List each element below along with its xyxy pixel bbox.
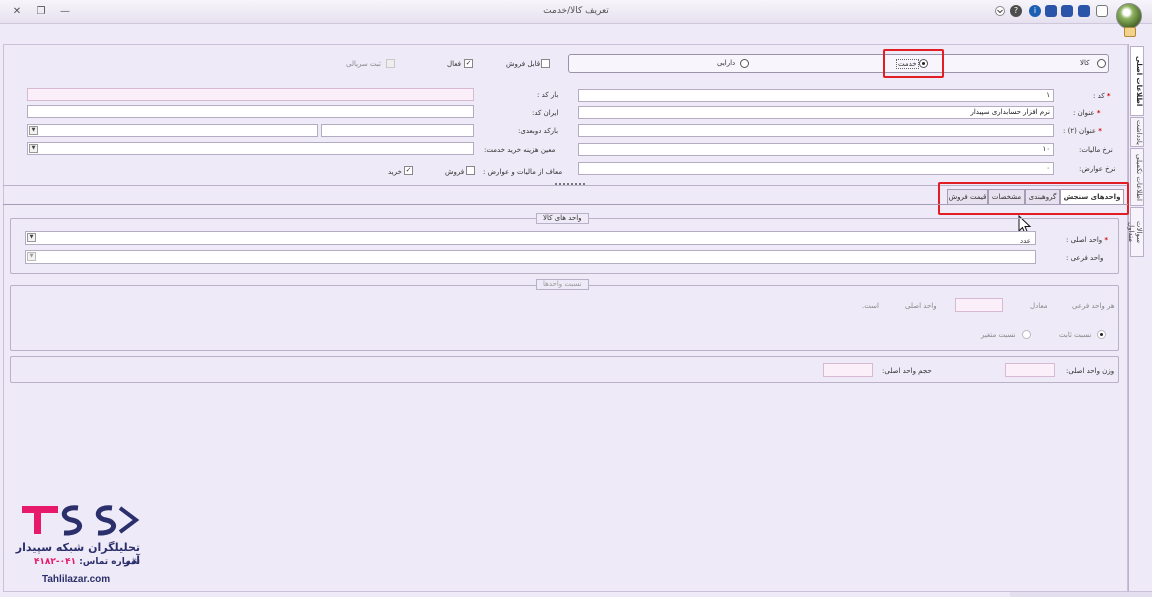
radio-fixed-ratio[interactable] <box>1097 330 1106 339</box>
weight-field[interactable] <box>1005 363 1055 377</box>
main-unit-select[interactable] <box>25 231 1036 245</box>
status-bar <box>1010 591 1152 597</box>
brand-website: Tahlilazar.com <box>42 574 111 585</box>
title-field[interactable]: نرم افزار حسابداری سپیدار <box>578 106 1054 119</box>
measures-group <box>10 356 1119 383</box>
dropdown-arrow-icon[interactable]: ▼ <box>27 233 36 242</box>
new-document-icon[interactable] <box>1096 5 1108 17</box>
sellable-label: قابل فروش <box>506 60 541 68</box>
title2-field[interactable] <box>578 124 1054 137</box>
dropdown-arrow-icon[interactable]: ▼ <box>27 252 36 261</box>
app-logo-icon[interactable] <box>1116 3 1142 29</box>
barcode-field[interactable] <box>27 88 474 101</box>
fixed-ratio-label: نسبت ثابت <box>1059 331 1092 339</box>
volume-field[interactable] <box>823 363 873 377</box>
brand-watermark: تحلیلگران شبکه سپیدار آذر شماره تماس: ۰۴… <box>8 500 148 590</box>
radio-asset[interactable] <box>740 59 749 68</box>
serial-checkbox[interactable] <box>386 59 395 68</box>
dropdown-arrow-icon[interactable] <box>994 6 1006 16</box>
barcode-label: بار کد : <box>537 91 559 99</box>
cost-center-label: معین هزینه خرید خدمت: <box>484 146 556 154</box>
brand-phone-label: شماره تماس: <box>79 557 140 567</box>
brand-logo <box>20 500 140 538</box>
side-tab-extra-info[interactable]: اطلاعات تکمیلی <box>1130 148 1144 206</box>
exempt-purchase-label: خرید <box>388 168 402 176</box>
window-title: تعریف کالا/خدمت <box>543 6 609 16</box>
radio-goods[interactable] <box>1097 59 1106 68</box>
tab-divider <box>3 204 1128 205</box>
weight-label: وزن واحد اصلی: <box>1066 367 1115 375</box>
dropdown-arrow-icon[interactable]: ▼ <box>29 144 38 153</box>
exempt-sale-label: فروش <box>445 168 465 176</box>
barcode-2d-type-select[interactable] <box>27 124 318 137</box>
brand-phone-line: شماره تماس: ۰۴۱-۴۱۸۲ <box>8 557 140 567</box>
radio-asset-label: دارایی <box>717 59 736 67</box>
title-label: * عنوان : <box>1073 109 1101 117</box>
side-tab-main-info[interactable]: اطلاعات اصلی <box>1130 46 1144 116</box>
barcode-2d-label: بارکد دوبعدی: <box>518 127 559 135</box>
brand-phone: ۰۴۱-۴۱۸۲ <box>33 557 77 567</box>
ratio-value-field[interactable] <box>955 298 1003 312</box>
radio-variable-ratio[interactable] <box>1022 330 1031 339</box>
tool-icon[interactable] <box>1124 27 1136 37</box>
ratio-group <box>10 285 1119 351</box>
main-unit-value: عدد <box>1020 237 1031 245</box>
code-label: * کد : <box>1093 92 1111 100</box>
is-text: است. <box>862 302 879 310</box>
serial-label: ثبت سریالی <box>346 60 381 68</box>
highlight-tabs <box>938 182 1129 215</box>
item-type-group <box>568 54 1109 73</box>
tax-rate-label: نرخ مالیات: <box>1079 146 1113 154</box>
info-icon[interactable]: i <box>1029 5 1041 17</box>
barcode-2d-field[interactable] <box>321 124 474 137</box>
main-unit-label: * واحد اصلی : <box>1066 236 1109 244</box>
main-unit-text: واحد اصلی <box>905 302 937 310</box>
side-tab-note[interactable]: یادداشت <box>1130 117 1144 147</box>
help-icon[interactable]: ? <box>1010 5 1022 17</box>
active-checkbox[interactable]: ✓ <box>464 59 473 68</box>
exempt-label: معاف از مالیات و عوارض : <box>483 168 563 176</box>
duty-rate-label: نرخ عوارض: <box>1079 165 1116 173</box>
save-icon[interactable] <box>1078 5 1090 17</box>
radio-goods-label: کالا <box>1080 59 1090 67</box>
sub-unit-label: واحد فرعی : <box>1066 254 1104 262</box>
cost-center-select[interactable] <box>27 142 474 155</box>
dropdown-arrow-icon[interactable]: ▼ <box>29 126 38 135</box>
iran-code-field[interactable] <box>27 105 474 118</box>
equals-label: معادل <box>1030 302 1048 310</box>
per-sub-unit-label: هر واحد فرعی <box>1072 302 1115 310</box>
sub-unit-select[interactable] <box>25 250 1036 264</box>
exempt-sale-checkbox[interactable] <box>466 166 475 175</box>
iran-code-label: ایران کد: <box>532 109 559 117</box>
splitter-grip[interactable] <box>555 183 585 187</box>
save-icon[interactable] <box>1045 5 1057 17</box>
sellable-checkbox[interactable] <box>541 59 550 68</box>
title2-label: * عنوان (۲) : <box>1063 127 1102 135</box>
code-field[interactable]: ۱ <box>578 89 1054 102</box>
variable-ratio-label: نسبت متغیر <box>981 331 1016 339</box>
highlight-service-option <box>883 49 944 78</box>
side-tab-faq[interactable]: سوالات متداول <box>1127 207 1144 257</box>
active-label: فعال <box>447 60 461 68</box>
duty-rate-field[interactable]: ۰ <box>578 162 1054 175</box>
ratio-legend: نسبت واحدها <box>536 279 589 290</box>
volume-label: حجم واحد اصلی: <box>882 367 932 375</box>
units-group <box>10 218 1119 274</box>
tax-rate-field[interactable]: ۱۰ <box>578 143 1054 156</box>
units-legend: واحد های کالا <box>536 213 589 224</box>
exempt-purchase-checkbox[interactable]: ✓ <box>404 166 413 175</box>
save-icon[interactable] <box>1061 5 1073 17</box>
